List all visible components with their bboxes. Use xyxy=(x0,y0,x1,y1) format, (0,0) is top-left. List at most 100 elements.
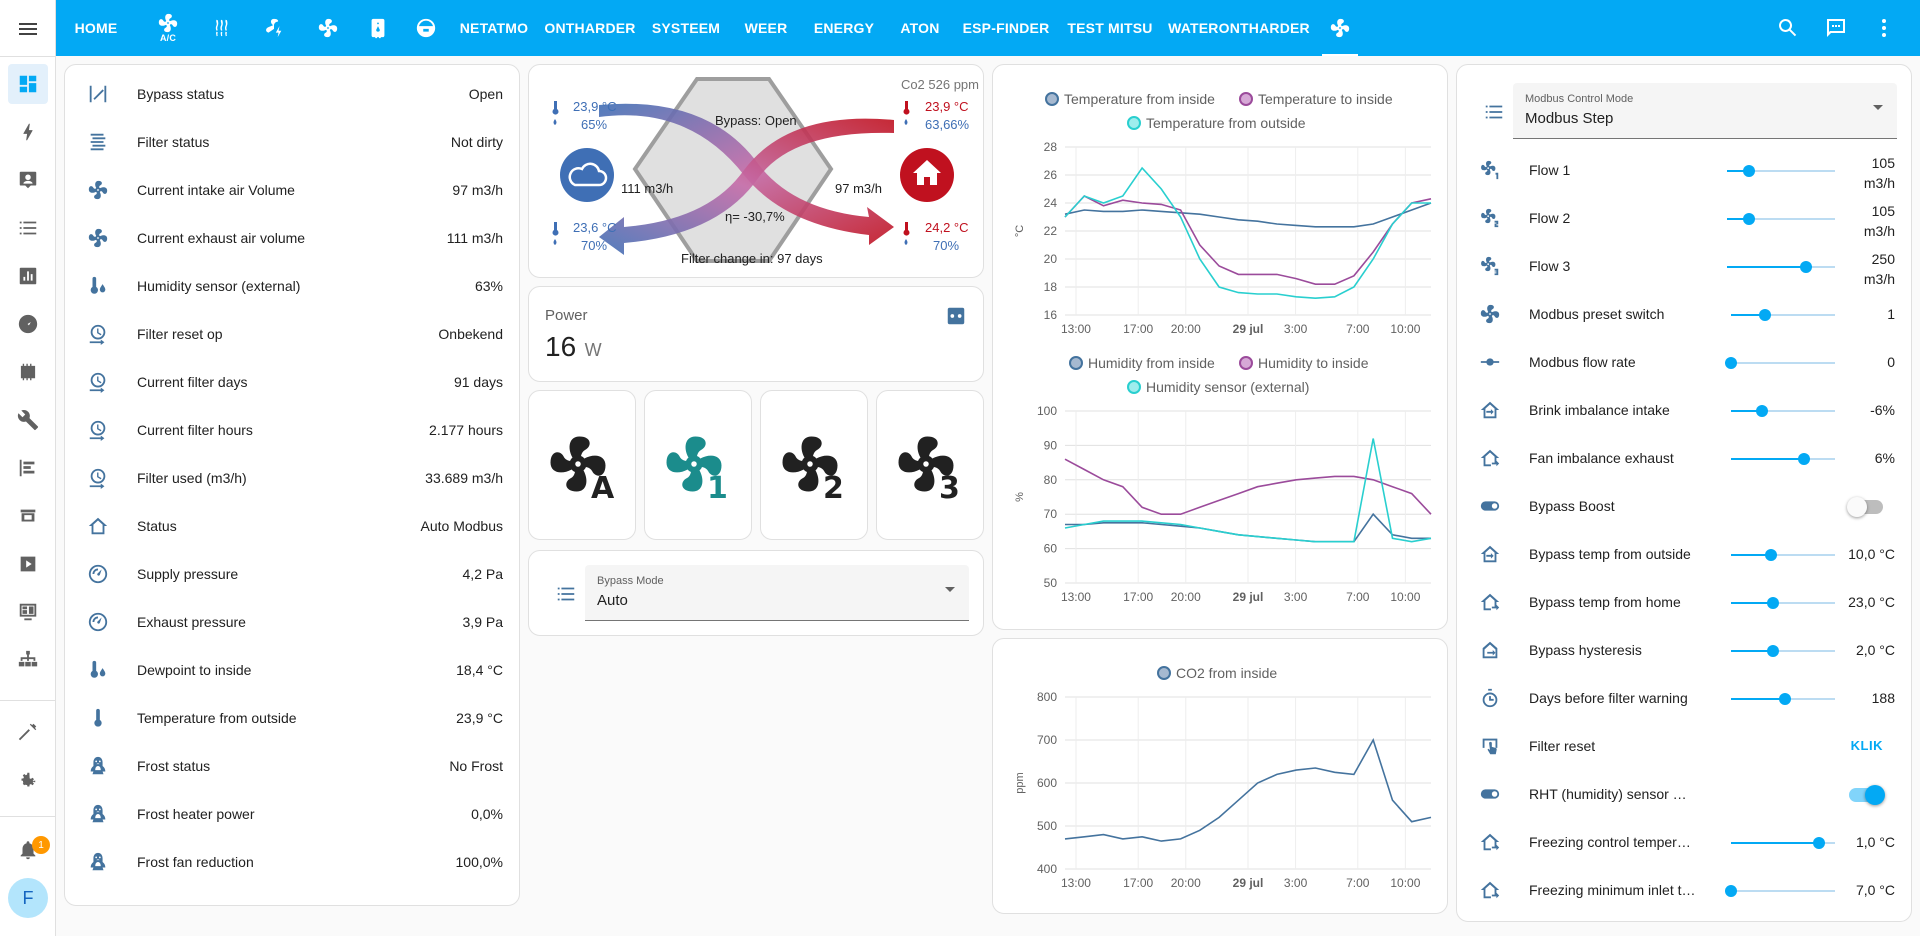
sidebar-item-logbook[interactable] xyxy=(8,208,48,248)
filter-reset-button[interactable]: KLIK xyxy=(1851,738,1883,753)
bypass-mode-select[interactable]: Bypass Mode Auto xyxy=(585,565,969,621)
entity-row[interactable]: Bypass status Open xyxy=(65,71,519,119)
sidebar-item-network[interactable] xyxy=(8,640,48,680)
control-slider[interactable] xyxy=(1731,837,1835,849)
slider-knob[interactable] xyxy=(1766,645,1779,657)
entity-row[interactable]: Filter used (m3/h) 33.689 m3/h xyxy=(65,455,519,503)
slider-knob[interactable] xyxy=(1799,261,1812,273)
tab-ventilation[interactable] xyxy=(1314,0,1366,56)
overflow-menu-button[interactable] xyxy=(1872,16,1896,40)
sidebar-item-terminal[interactable] xyxy=(8,592,48,632)
sidebar-item-map[interactable] xyxy=(8,160,48,200)
sidebar-item-overview[interactable] xyxy=(8,64,48,104)
tab-robot-vacuum[interactable] xyxy=(404,0,448,56)
control-toggle[interactable] xyxy=(1847,497,1883,517)
control-slider[interactable] xyxy=(1727,261,1835,273)
entity-row[interactable]: Frost heater power 0,0% xyxy=(65,791,519,839)
legend-temp-to-inside[interactable]: Temperature to inside xyxy=(1239,91,1393,107)
tab-netatmo[interactable]: NETATMO xyxy=(454,0,534,56)
legend-hum-to-inside[interactable]: Humidity to inside xyxy=(1239,355,1369,371)
entity-row[interactable]: Filter reset op Onbekend xyxy=(65,311,519,359)
entity-row[interactable]: Frost status No Frost xyxy=(65,743,519,791)
fan-mode-1-button[interactable]: 1 xyxy=(644,390,752,540)
slider-knob[interactable] xyxy=(1797,453,1810,465)
entity-row[interactable]: Filter status Not dirty xyxy=(65,119,519,167)
control-slider[interactable] xyxy=(1727,165,1835,177)
control-slider[interactable] xyxy=(1731,597,1835,609)
entity-row[interactable]: Current exhaust air volume 111 m3/h xyxy=(65,215,519,263)
control-slider[interactable] xyxy=(1731,309,1835,321)
slider-knob[interactable] xyxy=(1756,405,1769,417)
slider-knob[interactable] xyxy=(1725,357,1737,369)
tab-fan-power[interactable] xyxy=(252,0,296,56)
legend-temp-from-inside[interactable]: Temperature from inside xyxy=(1045,91,1215,107)
menu-button[interactable] xyxy=(16,17,40,41)
sidebar-item-tools[interactable] xyxy=(8,400,48,440)
tab-systeem[interactable]: SYSTEEM xyxy=(646,0,726,56)
control-slider[interactable] xyxy=(1731,693,1835,705)
tab-energy[interactable]: ENERGY xyxy=(804,0,884,56)
sidebar-item-history[interactable] xyxy=(8,256,48,296)
entity-row[interactable]: Temperature from outside 23,9 °C xyxy=(65,695,519,743)
tab-fan[interactable] xyxy=(306,0,350,56)
control-slider[interactable] xyxy=(1731,405,1835,417)
legend-hum-from-inside[interactable]: Humidity from inside xyxy=(1069,355,1215,371)
entity-row[interactable]: Frost fan reduction 100,0% xyxy=(65,839,519,887)
entity-row[interactable]: Exhaust pressure 3,9 Pa xyxy=(65,599,519,647)
fan-mode-auto-button[interactable]: A xyxy=(528,390,636,540)
sidebar-item-esphome[interactable] xyxy=(8,352,48,392)
sidebar-item-config[interactable] xyxy=(8,448,48,488)
control-slider[interactable] xyxy=(1725,885,1835,897)
tab-ontharder[interactable]: ONTHARDER xyxy=(540,0,640,56)
slider-knob[interactable] xyxy=(1742,213,1755,225)
avatar[interactable]: F xyxy=(8,878,48,918)
tab-boiler[interactable] xyxy=(356,0,400,56)
sidebar-item-hacs[interactable] xyxy=(8,496,48,536)
slider-knob[interactable] xyxy=(1764,549,1777,561)
tab-home[interactable]: HOME xyxy=(66,0,126,56)
tab-aton[interactable]: ATON xyxy=(890,0,950,56)
entity-row[interactable]: Current intake air Volume 97 m3/h xyxy=(65,167,519,215)
control-row: Freezing control temperatu... 1,0 °C xyxy=(1457,819,1911,867)
control-toggle[interactable] xyxy=(1849,785,1885,805)
sidebar-item-settings[interactable] xyxy=(8,760,48,800)
tab-esp-finder[interactable]: ESP-FINDER xyxy=(956,0,1056,56)
tab-ac[interactable]: A/C xyxy=(146,0,190,56)
slider-knob[interactable] xyxy=(1813,837,1826,849)
search-button[interactable] xyxy=(1776,16,1800,40)
sidebar-item-energy[interactable] xyxy=(8,112,48,152)
modbus-control-mode-select[interactable]: Modbus Control Mode Modbus Step xyxy=(1513,83,1897,139)
power-card[interactable]: Power 16 W xyxy=(528,286,984,382)
slider-knob[interactable] xyxy=(1766,597,1779,609)
control-slider[interactable] xyxy=(1731,645,1835,657)
tab-waterontharder[interactable]: WATERONTHARDER xyxy=(1166,0,1312,56)
slider-knob[interactable] xyxy=(1725,885,1737,897)
entity-row[interactable]: Humidity sensor (external) 63% xyxy=(65,263,519,311)
control-slider[interactable] xyxy=(1727,213,1835,225)
fan-mode-2-button[interactable]: 2 xyxy=(760,390,868,540)
entity-row[interactable]: Current filter hours 2.177 hours xyxy=(65,407,519,455)
control-slider[interactable] xyxy=(1725,357,1835,369)
legend-hum-external[interactable]: Humidity sensor (external) xyxy=(1127,379,1309,395)
legend-temp-from-outside[interactable]: Temperature from outside xyxy=(1127,115,1306,131)
entity-row[interactable]: Dewpoint to inside 18,4 °C xyxy=(65,647,519,695)
slider-knob[interactable] xyxy=(1742,165,1755,177)
sidebar-item-developer-tools[interactable] xyxy=(8,712,48,752)
slider-knob[interactable] xyxy=(1759,309,1772,321)
slider-knob[interactable] xyxy=(1779,693,1792,705)
entity-row[interactable]: Supply pressure 4,2 Pa xyxy=(65,551,519,599)
control-slider[interactable] xyxy=(1731,453,1835,465)
tab-test-mitsu[interactable]: TEST MITSU xyxy=(1062,0,1158,56)
sidebar-item-speedtest[interactable] xyxy=(8,304,48,344)
sidebar-item-media[interactable] xyxy=(8,544,48,584)
fan-mode-3-button[interactable]: 3 xyxy=(876,390,984,540)
assist-button[interactable] xyxy=(1824,16,1848,40)
tab-heating[interactable] xyxy=(200,0,244,56)
entity-row[interactable]: Current filter days 91 days xyxy=(65,359,519,407)
entity-name: Exhaust pressure xyxy=(137,614,246,630)
legend-co2-from-inside[interactable]: CO2 from inside xyxy=(1157,665,1277,681)
control-slider[interactable] xyxy=(1731,549,1835,561)
entity-row[interactable]: Status Auto Modbus xyxy=(65,503,519,551)
tab-weer[interactable]: WEER xyxy=(738,0,794,56)
y-tick-label: 70 xyxy=(1044,507,1058,521)
